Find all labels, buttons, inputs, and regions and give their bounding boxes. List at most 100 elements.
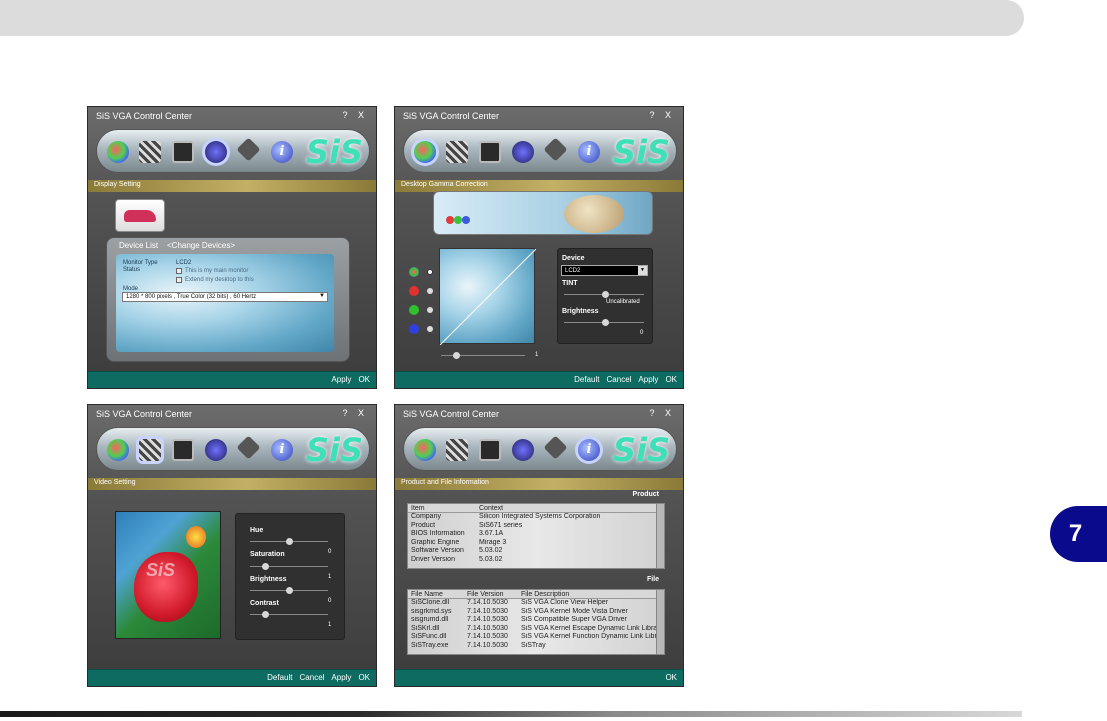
color-icon[interactable] [107,439,129,461]
scrollbar[interactable] [656,590,664,654]
display-settings-icon[interactable] [512,141,534,163]
toolbar: i SiS [96,427,370,471]
window-controls[interactable]: ? X [342,408,368,418]
blue-channel-icon[interactable] [409,324,419,334]
default-button[interactable]: Default [574,375,599,384]
tools-icon[interactable] [543,137,568,162]
video-icon[interactable] [139,439,161,461]
device-select[interactable]: LCD2 ▼ [561,265,648,276]
brightness-value: 0 [640,330,644,336]
tv-icon[interactable] [479,141,501,163]
gamma-curve-graph [439,248,536,345]
table-cell: 3.67.1A [479,530,504,537]
display-settings-icon[interactable] [205,141,227,163]
cancel-button[interactable]: Cancel [607,375,632,384]
file-table-header: File Name File Version File Description [408,590,664,599]
column-header[interactable]: File Description [518,590,569,598]
table-row[interactable]: SiSTray.exe 7.14.10.5030 SiSTray [408,642,664,651]
preview-watermark: SiS [146,560,176,580]
info-icon[interactable]: i [578,141,600,163]
tools-icon[interactable] [543,435,568,460]
tools-icon[interactable] [236,435,261,460]
hue-slider[interactable] [250,538,328,545]
video-icon[interactable] [446,439,468,461]
gamma-banner [433,191,653,235]
ok-button[interactable]: OK [358,673,370,682]
red-channel-icon[interactable] [409,286,419,296]
saturation-label: Saturation [250,551,285,558]
tools-icon[interactable] [236,137,261,162]
apply-button[interactable]: Apply [331,375,351,384]
video-icon[interactable] [446,141,468,163]
color-icon[interactable] [107,141,129,163]
table-row[interactable]: SiSKrl.dll 7.14.10.5030 SiS VGA Kernel Esc… [408,625,664,634]
gamma-slider[interactable] [441,352,525,359]
all-channels-icon[interactable] [409,267,419,277]
green-channel-icon[interactable] [409,305,419,315]
brightness-slider[interactable] [564,319,644,326]
table-row[interactable]: sisgrumd.dll 7.14.10.5030 SiS Compatible S… [408,616,664,625]
column-header[interactable]: File Version [464,590,518,598]
window-controls[interactable]: ? X [649,408,675,418]
ok-button[interactable]: OK [358,375,370,384]
display-settings-icon[interactable] [512,439,534,461]
all-channels-radio[interactable] [427,269,433,275]
main-monitor-checkbox[interactable] [176,268,182,274]
table-row[interactable]: SiSFunc.dll 7.14.10.5030 SiS VGA Kernel Fu… [408,633,664,642]
scrollbar[interactable] [656,504,664,568]
cancel-button[interactable]: Cancel [300,673,325,682]
file-heading: File [646,576,659,583]
red-channel-radio[interactable] [427,288,433,294]
info-icon[interactable]: i [271,141,293,163]
window-title: SiS VGA Control Center [403,111,500,121]
window-controls[interactable]: ? X [649,110,675,120]
device-thumbnail[interactable] [115,199,165,232]
info-icon[interactable]: i [271,439,293,461]
blue-channel-radio[interactable] [427,326,433,332]
video-icon[interactable] [139,141,161,163]
color-icon[interactable] [414,439,436,461]
extend-desktop-checkbox[interactable] [176,277,182,283]
table-cell: Software Version [411,547,464,554]
default-button[interactable]: Default [267,673,292,682]
ok-button[interactable]: OK [665,375,677,384]
table-row[interactable]: SiSClone.dll 7.14.10.5030 SiS VGA Clone Vi… [408,599,664,608]
color-icon[interactable] [414,141,436,163]
table-row[interactable]: sisgrkmd.sys 7.14.10.5030 SiS VGA Kernel M… [408,608,664,617]
green-channel-radio[interactable] [427,307,433,313]
ok-button[interactable]: OK [665,673,677,682]
column-header[interactable]: Item [408,504,476,512]
info-icon[interactable]: i [578,439,600,461]
table-row[interactable]: Graphic Engine Mirage 3 [408,539,664,548]
table-cell: SiSTray [521,641,546,649]
tv-icon[interactable] [172,439,194,461]
table-row[interactable]: Software Version 5.03.02 [408,547,664,556]
apply-button[interactable]: Apply [331,673,351,682]
saturation-slider[interactable] [250,563,328,570]
product-table[interactable]: Item Context Company Silicon Integrated S… [407,503,665,569]
display-settings-icon[interactable] [205,439,227,461]
apply-button[interactable]: Apply [638,375,658,384]
column-header[interactable]: Context [476,504,503,512]
brightness-slider[interactable] [250,587,328,594]
window-controls[interactable]: ? X [342,110,368,120]
table-cell: 7.14.10.5030 [467,633,508,640]
table-row[interactable]: Product SiS671 series [408,522,664,531]
table-row[interactable]: BIOS Information 3.67.1A [408,530,664,539]
table-row[interactable]: Company Silicon Integrated Systems Corpor… [408,513,664,522]
column-header[interactable]: File Name [408,590,464,598]
contrast-slider[interactable] [250,611,328,618]
mode-select[interactable]: 1280 * 800 pixels , True Color (32 bits)… [122,292,328,302]
change-devices-link[interactable]: <Change Devices> [167,241,235,250]
display-setting-window: SiS VGA Control Center ? X i SiS Display… [87,106,377,389]
sis-logo: SiS [305,133,363,171]
tv-icon[interactable] [172,141,194,163]
green-dot-icon [454,216,462,224]
window-footer: Default Cancel Apply OK [395,371,683,388]
file-table[interactable]: File Name File Version File Description … [407,589,665,655]
table-row[interactable]: Driver Version 5.03.02 [408,556,664,565]
tv-icon[interactable] [479,439,501,461]
tint-slider[interactable] [564,291,644,298]
window-footer: Default Cancel Apply OK [88,669,376,686]
toolbar: i SiS [403,129,677,173]
